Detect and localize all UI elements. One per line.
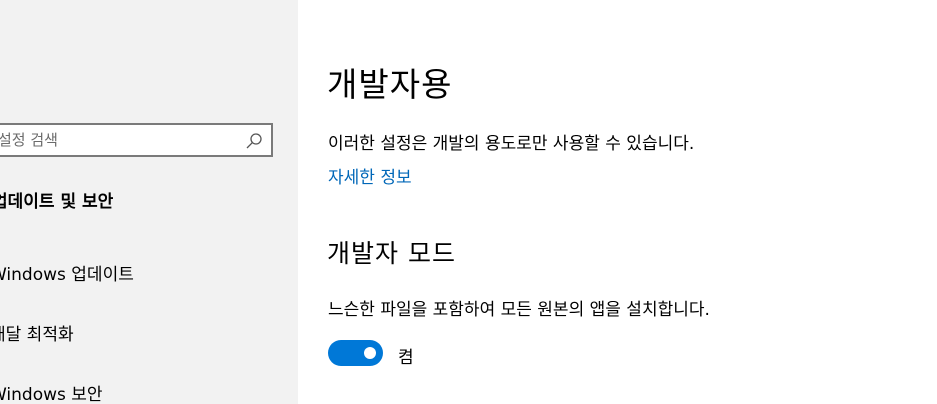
sidebar-item-delivery-optimization[interactable]: 배달 최적화 <box>0 320 74 345</box>
sidebar-item-label: Windows 업데이트 <box>0 265 134 285</box>
search-box[interactable] <box>0 123 273 157</box>
toggle-knob <box>364 347 376 359</box>
sidebar-section-heading: 업데이트 및 보안 <box>0 192 114 212</box>
developer-mode-description: 느슨한 파일을 포함하여 모든 원본의 앱을 설치합니다. <box>328 300 710 320</box>
developer-mode-title: 개발자 모드 <box>327 239 456 268</box>
toggle-state-label: 켬 <box>398 348 414 368</box>
sidebar-item-label: Windows 보안 <box>0 385 103 404</box>
search-icon[interactable] <box>245 132 263 150</box>
search-input[interactable] <box>0 125 238 155</box>
page-description: 이러한 설정은 개발의 용도로만 사용할 수 있습니다. <box>328 134 695 154</box>
sidebar-item-windows-update[interactable]: Windows 업데이트 <box>0 260 134 285</box>
page-title: 개발자용 <box>327 65 453 104</box>
sidebar-item-label: 배달 최적화 <box>0 325 74 345</box>
main-content: 개발자용 이러한 설정은 개발의 용도로만 사용할 수 있습니다. 자세한 정보… <box>298 0 937 404</box>
settings-window: 업데이트 및 보안 Windows 업데이트 배달 최적화 Windows 보안… <box>0 0 937 404</box>
developer-mode-toggle[interactable] <box>328 340 383 366</box>
sidebar-item-windows-security[interactable]: Windows 보안 <box>0 380 103 404</box>
more-info-link[interactable]: 자세한 정보 <box>328 163 412 188</box>
sidebar: 업데이트 및 보안 Windows 업데이트 배달 최적화 Windows 보안 <box>0 0 298 404</box>
